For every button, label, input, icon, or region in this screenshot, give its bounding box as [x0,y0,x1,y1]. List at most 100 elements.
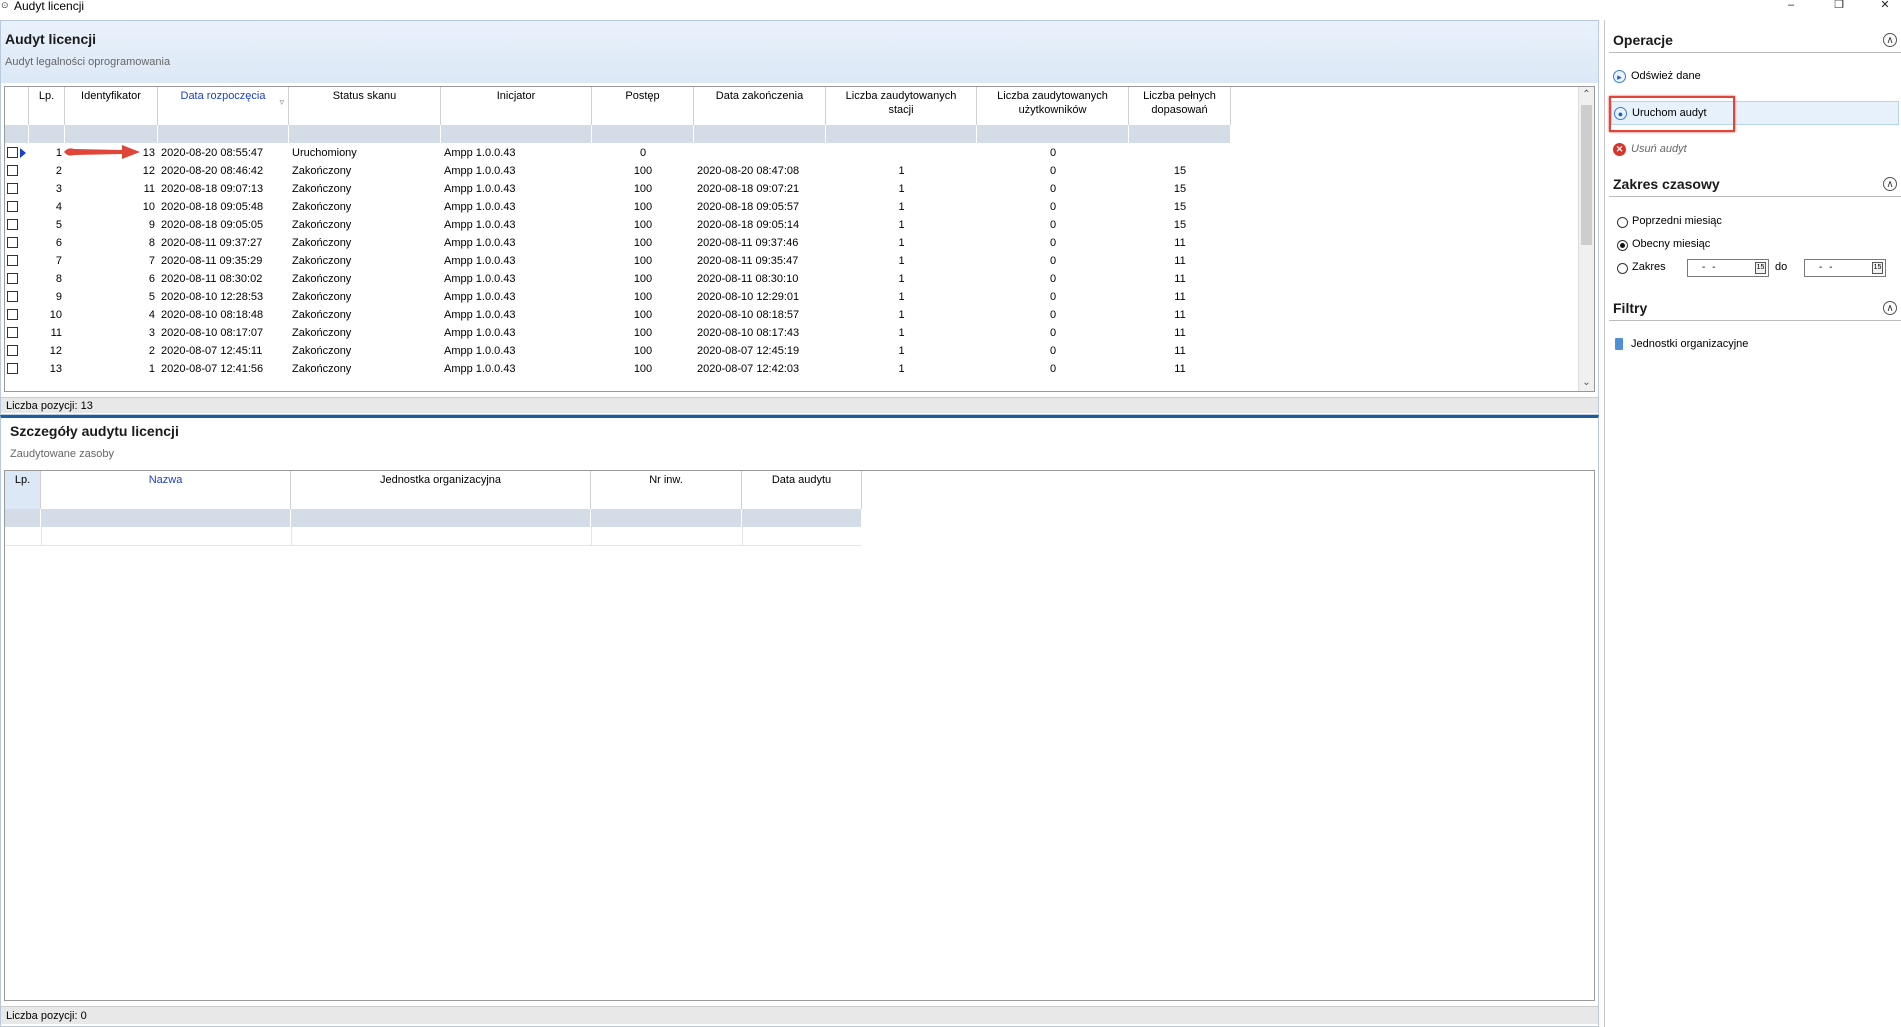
date-to-field[interactable]: - - 15 [1804,259,1886,277]
table-row[interactable]: 13 1 2020-08-07 12:41:56 Zakończony Ampp 1.0… [5,360,1231,378]
row-checkbox[interactable] [7,291,18,302]
radio-previous-month[interactable] [1617,217,1628,228]
filter-cell-lp[interactable] [5,509,41,527]
row-checkbox[interactable] [7,363,18,374]
column-header-inicjator[interactable]: Inicjator [441,87,592,125]
minimize-button[interactable]: – [1776,0,1806,12]
vertical-scrollbar[interactable]: ⌃ ⌄ [1578,87,1594,391]
row-checkbox[interactable] [7,327,18,338]
collapse-icon[interactable]: ∧ [1883,33,1897,47]
table-cell: 0 [1049,147,1057,159]
table-cell: 5 [55,219,62,231]
table-row[interactable]: 5 9 2020-08-18 09:05:05 Zakończony Ampp 1.0.… [5,216,1231,234]
table-cell: Zakończony [292,273,352,285]
filter-cell-identyfikator[interactable] [65,125,158,143]
collapse-icon[interactable]: ∧ [1883,301,1897,315]
filter-cell-data-audytu[interactable] [742,509,862,527]
row-checkbox[interactable] [7,219,18,230]
column-header-data-audytu[interactable]: Data audytu [742,471,862,509]
table-cell: 2020-08-11 08:30:02 [161,273,263,285]
table-row[interactable]: 3 11 2020-08-18 09:07:13 Zakończony Ampp 1.0… [5,180,1231,198]
audit-table[interactable]: Lp. Identyfikator Data rozpoczęcia ▿ Stat… [4,86,1595,392]
table-cell: 2020-08-20 08:55:47 [161,147,264,159]
table-row[interactable]: 11 3 2020-08-10 08:17:07 Zakończony Ampp 1.0… [5,324,1231,342]
table-row[interactable]: 7 7 2020-08-11 09:35:29 Zakończony Ampp 1.0.… [5,252,1231,270]
row-checkbox[interactable] [7,147,18,158]
collapse-icon[interactable]: ∧ [1883,177,1897,191]
details-table[interactable]: Lp. Nazwa Jednostka organizacyjna Nr inw… [4,470,1595,1001]
scroll-thumb[interactable] [1581,105,1592,245]
table-cell: Ampp 1.0.0.43 [444,309,516,321]
filter-cell-postep[interactable] [592,125,694,143]
column-header-status-skanu[interactable]: Status skanu [289,87,441,125]
table-cell: 100 [633,165,653,177]
row-checkbox[interactable] [7,237,18,248]
filter-cell-lp[interactable] [29,125,65,143]
table-cell: Zakończony [292,201,352,213]
column-header-lp[interactable]: Lp. [5,471,41,509]
row-checkbox[interactable] [7,345,18,356]
column-header-liczba-stacji[interactable]: Liczba zaudytowanych stacji [826,87,977,125]
table-cell: 0 [1049,345,1057,357]
row-checkbox[interactable] [7,201,18,212]
filter-cell-inicjator[interactable] [441,125,592,143]
column-header-nr-inw[interactable]: Nr inw. [591,471,742,509]
table-cell: Ampp 1.0.0.43 [444,165,516,177]
filter-cell-nazwa[interactable] [41,509,291,527]
column-header-nazwa[interactable]: Nazwa [41,471,291,509]
calendar-icon[interactable]: 15 [1755,262,1766,274]
table-cell: 6 [55,237,62,249]
filter-cell-uzytkownicy[interactable] [977,125,1129,143]
table-cell: 15 [1173,183,1187,195]
table-row[interactable]: 12 2 2020-08-07 12:45:11 Zakończony Ampp 1.0… [5,342,1231,360]
row-checkbox[interactable] [7,273,18,284]
close-button[interactable]: ✕ [1870,0,1900,12]
filter-cell-dopasowania[interactable] [1129,125,1231,143]
table-cell: 100 [633,363,653,375]
column-header-jednostka[interactable]: Jednostka organizacyjna [291,471,591,509]
scroll-down-icon[interactable]: ⌄ [1579,375,1594,391]
scroll-up-icon[interactable]: ⌃ [1579,87,1594,103]
filter-cell-data-rozpoczecia[interactable] [158,125,289,143]
filter-cell-jednostka[interactable] [291,509,591,527]
column-header-liczba-uzytkownikow[interactable]: Liczba zaudytowanych użytkowników [977,87,1129,125]
column-header-postep[interactable]: Postęp [592,87,694,125]
column-header-data-zakonczenia[interactable]: Data zakończenia [694,87,826,125]
table-cell: 11 [1174,273,1186,285]
radio-range[interactable] [1617,263,1628,274]
column-header-lp[interactable]: Lp. [29,87,65,125]
calendar-icon[interactable]: 15 [1872,262,1883,274]
table-row[interactable]: 9 5 2020-08-10 12:28:53 Zakończony Ampp 1.0.… [5,288,1231,306]
date-from-field[interactable]: - - 15 [1687,259,1769,277]
play-circle-icon: ▸ [1613,70,1626,83]
table-row[interactable]: 2 12 2020-08-20 08:46:42 Zakończony Ampp 1.0… [5,162,1231,180]
table-cell: Zakończony [292,309,352,321]
table-cell: Ampp 1.0.0.43 [444,183,516,195]
table-cell: 2020-08-07 12:45:11 [161,345,263,357]
column-header-liczba-dopasowan[interactable]: Liczba pełnych dopasowań [1129,87,1231,125]
table-cell: 0 [1049,183,1057,195]
row-checkbox[interactable] [7,255,18,266]
table-row[interactable]: 4 10 2020-08-18 09:05:48 Zakończony Ampp 1.0… [5,198,1231,216]
row-checkbox[interactable] [7,309,18,320]
table-row[interactable]: 6 8 2020-08-11 09:37:27 Zakończony Ampp 1.0.… [5,234,1231,252]
empty-row-divider [291,527,292,545]
table-cell: 2020-08-18 09:05:14 [697,219,800,231]
radio-current-month[interactable] [1617,240,1628,251]
filter-cell-data-zakonczenia[interactable] [694,125,826,143]
row-checkbox[interactable] [7,165,18,176]
row-checkbox[interactable] [7,183,18,194]
table-row[interactable]: 8 6 2020-08-11 08:30:02 Zakończony Ampp 1.0.… [5,270,1231,288]
filter-cell-stacje[interactable] [826,125,977,143]
table-cell: Ampp 1.0.0.43 [444,255,516,267]
maximize-button[interactable]: ❐ [1824,0,1854,12]
table-cell: 12 [49,345,62,357]
table-cell: 0 [1049,219,1057,231]
date-from-value: - - [1702,262,1718,273]
table-row[interactable]: 1 13 2020-08-20 08:55:47 Uruchomiony Ampp 1.… [5,144,1231,162]
column-header-data-rozpoczecia[interactable]: Data rozpoczęcia ▿ [158,87,289,125]
table-row[interactable]: 10 4 2020-08-10 08:18:48 Zakończony Ampp 1.0… [5,306,1231,324]
filter-cell-nr-inw[interactable] [591,509,742,527]
filter-cell-status[interactable] [289,125,441,143]
column-header-identyfikator[interactable]: Identyfikator [65,87,158,125]
